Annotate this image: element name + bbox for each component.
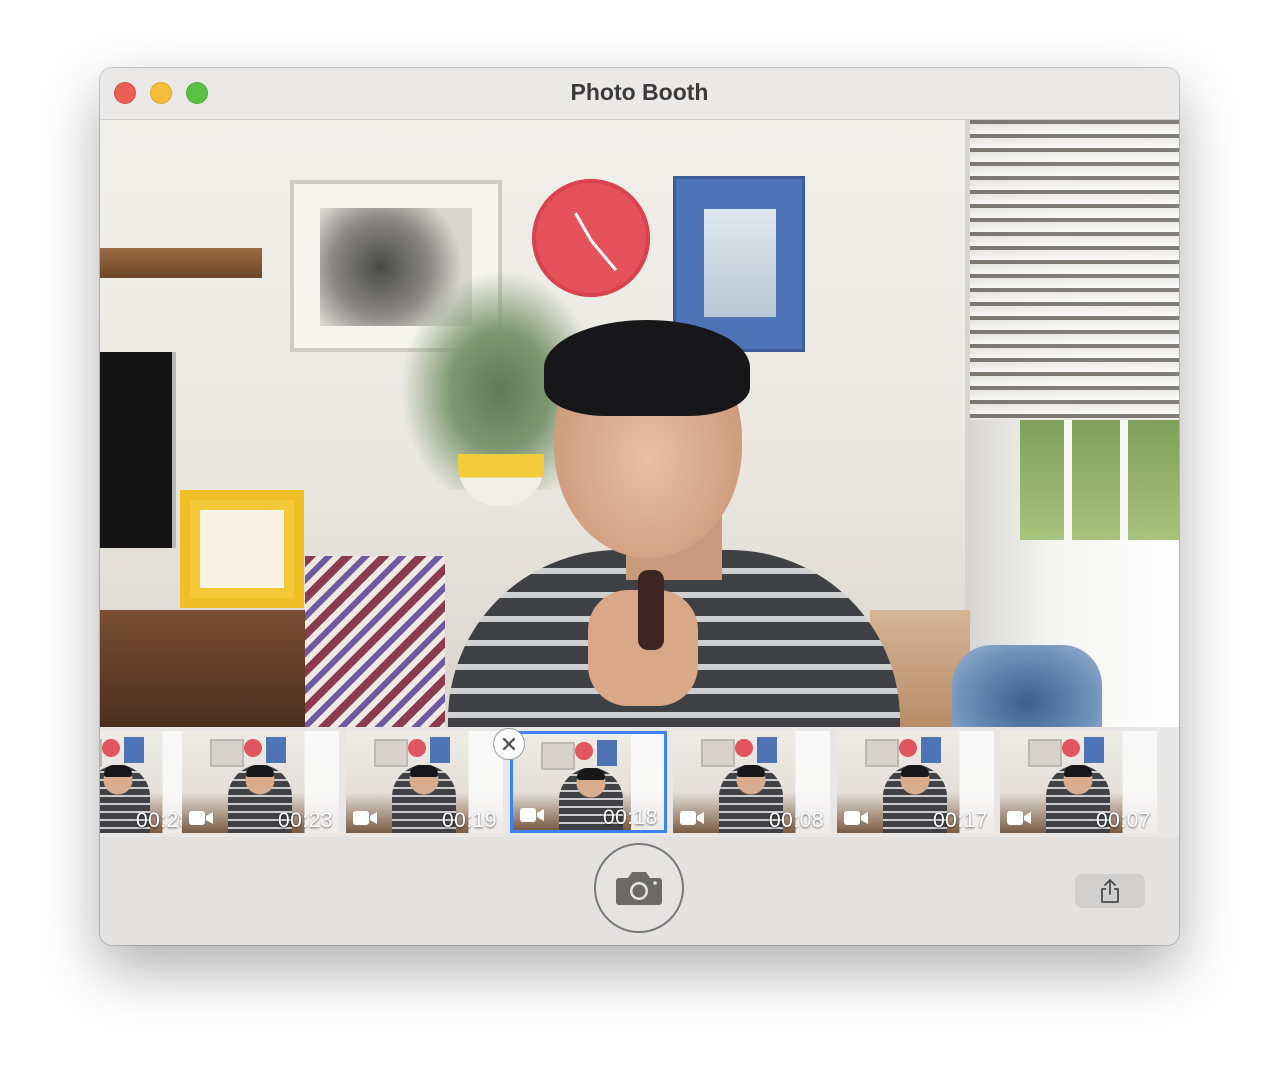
thumbnail-duration: 00:07 bbox=[1095, 809, 1151, 832]
video-camera-icon bbox=[189, 811, 213, 825]
thumbnail-hair bbox=[577, 768, 605, 780]
thumbnail-hair bbox=[410, 765, 438, 777]
thumbnail-clock bbox=[102, 739, 120, 757]
title-bar[interactable]: Photo Booth bbox=[100, 68, 1179, 120]
thumbnail-duration: 00:23 bbox=[277, 809, 333, 832]
video-camera-icon bbox=[520, 808, 544, 822]
share-button[interactable] bbox=[1075, 874, 1145, 908]
video-camera-icon bbox=[844, 811, 868, 825]
thumbnail-picture bbox=[541, 742, 575, 770]
preview-person bbox=[448, 320, 900, 727]
thumbnail-hair bbox=[901, 765, 929, 777]
thumbnail-item[interactable]: 00:19 bbox=[346, 731, 503, 833]
close-icon bbox=[502, 737, 516, 751]
thumbnail-item[interactable]: 00:07 bbox=[1000, 731, 1157, 833]
preview-desk bbox=[100, 610, 310, 727]
thumbnail-frame bbox=[921, 737, 941, 763]
thumbnail-hair bbox=[1064, 765, 1092, 777]
bottom-toolbar bbox=[100, 837, 1179, 945]
thumbnail-picture bbox=[374, 739, 408, 767]
thumbnail-frame bbox=[124, 737, 144, 763]
preview-denim-bag bbox=[952, 645, 1102, 727]
thumbnail-item[interactable]: 00:08 bbox=[673, 731, 830, 833]
thumbnail-clock bbox=[575, 742, 593, 760]
camera-preview bbox=[100, 120, 1179, 727]
preview-yellow-frame bbox=[180, 490, 304, 608]
thumbnail-frame bbox=[266, 737, 286, 763]
thumbnail-clock bbox=[408, 739, 426, 757]
preview-striped-box bbox=[305, 556, 445, 727]
thumbnail-clock bbox=[1062, 739, 1080, 757]
thumbnail-clock bbox=[735, 739, 753, 757]
thumbnail-frame bbox=[430, 737, 450, 763]
thumbnail-picture bbox=[1028, 739, 1062, 767]
thumbnail-clock bbox=[244, 739, 262, 757]
thumbnail-picture bbox=[701, 739, 735, 767]
thumbnail-duration: 00:17 bbox=[932, 809, 988, 832]
preview-blue-frame-art bbox=[704, 209, 776, 317]
thumbnail-clock bbox=[899, 739, 917, 757]
thumbnail-picture bbox=[100, 739, 102, 767]
preview-yellow-frame-art bbox=[200, 510, 284, 588]
clock-minute-hand bbox=[590, 240, 618, 272]
thumbnail-item[interactable]: 00:23 bbox=[182, 731, 339, 833]
video-camera-icon bbox=[680, 811, 704, 825]
thumbnail-picture bbox=[865, 739, 899, 767]
photo-booth-window: Photo Booth 00:2800:2300:1900:1800:0 bbox=[100, 68, 1179, 945]
person-hair bbox=[544, 320, 750, 416]
thumbnail-frame bbox=[1084, 737, 1104, 763]
video-camera-icon bbox=[1007, 811, 1031, 825]
thumbnail-duration: 00:19 bbox=[441, 809, 497, 832]
preview-shelf bbox=[100, 248, 262, 278]
clock-hour-hand bbox=[574, 212, 593, 242]
preview-window-grid bbox=[1020, 420, 1179, 540]
thumbnail-hair bbox=[737, 765, 765, 777]
delete-thumbnail-button[interactable] bbox=[493, 728, 525, 760]
thumbnail-frame bbox=[597, 740, 617, 766]
thumbnail-item[interactable]: 00:18 bbox=[510, 731, 667, 833]
window-title: Photo Booth bbox=[570, 79, 709, 105]
thumbnail-hair bbox=[246, 765, 274, 777]
thumbnail-item[interactable]: 00:17 bbox=[837, 731, 994, 833]
thumbnail-duration: 00:18 bbox=[602, 806, 658, 829]
camera-icon bbox=[616, 872, 662, 905]
thumbnail-strip[interactable]: 00:28 00:23 00:19 00:18 00:08 00:17 00:07 bbox=[100, 727, 1179, 837]
preview-monitor bbox=[100, 352, 176, 548]
video-camera-icon bbox=[353, 811, 377, 825]
thumbnail-duration: 00:08 bbox=[768, 809, 824, 832]
thumbnail-picture bbox=[210, 739, 244, 767]
thumbnail-frame bbox=[757, 737, 777, 763]
take-photo-button[interactable] bbox=[594, 843, 684, 933]
preview-blinds bbox=[970, 120, 1179, 420]
person-microphone bbox=[638, 570, 664, 650]
thumbnail-hair bbox=[104, 765, 132, 777]
share-icon bbox=[1101, 879, 1119, 903]
